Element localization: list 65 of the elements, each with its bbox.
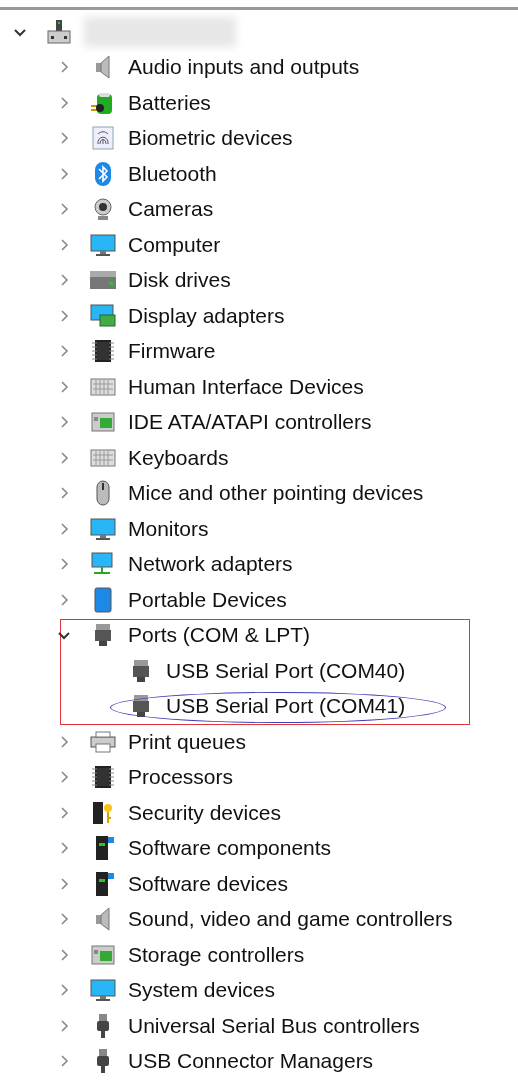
expand-chevron-icon[interactable]	[58, 1055, 70, 1068]
device-category-label[interactable]: Ports (COM & LPT)	[128, 623, 311, 648]
device-category-label[interactable]: Human Interface Devices	[128, 374, 364, 399]
expand-chevron-icon[interactable]	[58, 558, 70, 571]
device-category-label[interactable]: IDE ATA/ATAPI controllers	[128, 410, 372, 435]
device-category-label[interactable]: Storage controllers	[128, 942, 305, 967]
expand-chevron-icon[interactable]	[58, 61, 70, 74]
device-category-label[interactable]: Portable Devices	[128, 587, 287, 612]
expand-chevron-icon[interactable]	[58, 1019, 70, 1032]
device-category-label[interactable]: Disk drives	[128, 268, 231, 293]
device-category-label[interactable]: Universal Serial Bus controllers	[128, 1013, 420, 1038]
device-category-label[interactable]: Processors	[128, 765, 234, 790]
expand-chevron-icon[interactable]	[58, 735, 70, 748]
device-category-label[interactable]: Print queues	[128, 729, 246, 754]
fingerprint-icon	[90, 125, 116, 152]
device-category-label[interactable]: System devices	[128, 978, 276, 1003]
device-label[interactable]: USB Serial Port (COM41)	[166, 694, 406, 719]
expand-chevron-icon[interactable]	[58, 203, 70, 216]
expand-chevron-icon[interactable]	[58, 593, 70, 606]
expand-chevron-icon[interactable]	[58, 948, 70, 961]
printer-icon	[90, 728, 116, 755]
expand-chevron-icon[interactable]	[58, 522, 70, 535]
device-category-label[interactable]: Biometric devices	[128, 126, 293, 151]
device-category-label[interactable]: Firmware	[128, 339, 216, 364]
expand-chevron-icon[interactable]	[58, 167, 70, 180]
expand-chevron-icon[interactable]	[58, 487, 70, 500]
expand-chevron-icon[interactable]	[58, 96, 70, 109]
expand-chevron-icon[interactable]	[58, 771, 70, 784]
expand-chevron-icon[interactable]	[58, 238, 70, 251]
device-category-label[interactable]: Keyboards	[128, 445, 229, 470]
device-category-label[interactable]: Audio inputs and outputs	[128, 55, 360, 80]
device-label[interactable]: USB Serial Port (COM40)	[166, 658, 406, 683]
device-category-label[interactable]: Sound, video and game controllers	[128, 907, 453, 932]
monitor-icon	[90, 231, 116, 258]
expand-chevron-icon[interactable]	[58, 380, 70, 393]
device-category-label[interactable]: USB Connector Managers	[128, 1049, 374, 1074]
expand-chevron-icon[interactable]	[58, 842, 70, 855]
chip-icon	[90, 764, 116, 791]
device-category-label[interactable]: Cameras	[128, 197, 214, 222]
device-category-label[interactable]: Software devices	[128, 871, 288, 896]
expand-chevron-icon[interactable]	[58, 877, 70, 890]
expand-chevron-icon[interactable]	[58, 806, 70, 819]
graphics-card-icon	[90, 302, 116, 329]
expand-chevron-icon[interactable]	[58, 984, 70, 997]
expand-chevron-icon[interactable]	[58, 913, 70, 926]
device-category-label[interactable]: Batteries	[128, 90, 211, 115]
device-category-label[interactable]: Mice and other pointing devices	[128, 481, 424, 506]
expand-chevron-icon[interactable]	[58, 416, 70, 429]
device-category-label[interactable]: Monitors	[128, 516, 209, 541]
monitor-icon	[90, 977, 116, 1004]
expand-chevron-icon[interactable]	[58, 309, 70, 322]
device-category-label[interactable]: Network adapters	[128, 552, 293, 577]
device-category-label[interactable]: Display adapters	[128, 303, 285, 328]
collapse-chevron-icon[interactable]	[58, 629, 70, 642]
computer-icon	[46, 18, 72, 45]
expand-chevron-icon[interactable]	[58, 345, 70, 358]
expand-chevron-icon[interactable]	[58, 132, 70, 145]
expand-chevron-icon[interactable]	[58, 451, 70, 464]
device-category-label[interactable]: Computer	[128, 232, 221, 257]
device-category-label[interactable]: Security devices	[128, 800, 281, 825]
monitor-icon	[90, 515, 116, 542]
device-category-label[interactable]: Bluetooth	[128, 161, 217, 186]
device-category-label[interactable]: Software components	[128, 836, 332, 861]
expand-chevron-icon[interactable]	[58, 274, 70, 287]
chip-icon	[90, 338, 116, 365]
